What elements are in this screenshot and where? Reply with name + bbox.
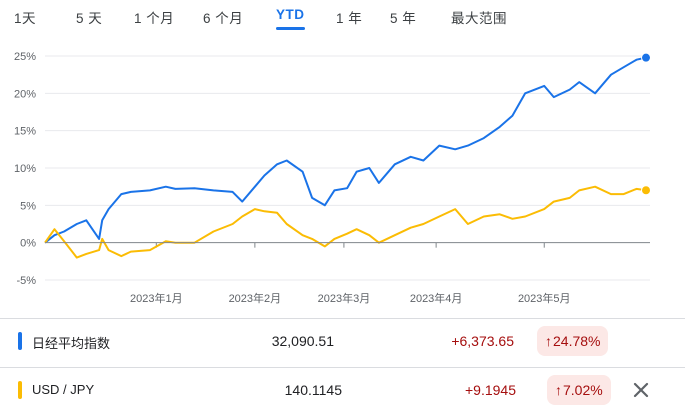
y-tick-label: -5% <box>16 275 36 287</box>
x-tick-label: 2023年4月 <box>410 291 463 305</box>
tab-4[interactable]: YTD <box>276 7 305 30</box>
tab-label: 1 年 <box>336 11 363 26</box>
tab-label: 1天 <box>14 11 37 26</box>
series-end-marker <box>641 185 651 196</box>
tab-6[interactable]: 5 年 <box>390 7 416 27</box>
up-arrow-icon: ↑ <box>555 382 562 398</box>
x-tick-label: 2023年3月 <box>318 291 371 305</box>
y-tick-label: 25% <box>14 51 36 63</box>
series-name: USD / JPY <box>32 382 95 397</box>
series-color-swatch <box>18 332 22 350</box>
series-change: +9.1945 <box>465 382 516 398</box>
tab-label: 6 个月 <box>203 11 244 26</box>
tab-1[interactable]: 5 天 <box>76 7 102 27</box>
legend-row-nikkei[interactable]: 日经平均指数 32,090.51 +6,373.65 ↑24.78% <box>0 318 685 364</box>
tab-2[interactable]: 1 个月 <box>134 7 174 27</box>
y-tick-label: 20% <box>14 88 36 100</box>
tab-label: YTD <box>276 7 305 22</box>
y-tick-label: 0% <box>20 238 36 250</box>
row-divider <box>0 367 685 368</box>
series-change: +6,373.65 <box>451 333 514 349</box>
y-tick-label: 5% <box>20 200 36 212</box>
series-color-swatch <box>18 381 22 399</box>
x-tick-label: 2023年5月 <box>518 291 571 305</box>
percent-change-badge: ↑7.02% <box>547 375 611 405</box>
legend-row-usdjpy[interactable]: USD / JPY 140.1145 +9.1945 ↑7.02% <box>0 367 685 413</box>
x-tick-label: 2023年1月 <box>130 291 183 305</box>
percent-change-value: 24.78% <box>553 333 601 349</box>
series-value: 140.1145 <box>284 382 342 398</box>
y-tick-label: 10% <box>14 163 36 175</box>
active-tab-indicator <box>276 27 305 30</box>
series-value: 32,090.51 <box>271 333 334 349</box>
tab-label: 1 个月 <box>134 11 175 26</box>
series-name: 日经平均指数 <box>32 336 111 351</box>
row-divider <box>0 318 685 319</box>
percent-change-value: 7.02% <box>563 382 603 398</box>
series-line-0 <box>44 56 647 244</box>
tab-3[interactable]: 6 个月 <box>203 7 243 27</box>
series-line-1 <box>44 185 647 259</box>
price-chart: 25% 20% 15% 10% 5% 0% -5% 2023年1月 2023年2月 2023年3月… <box>14 51 651 305</box>
tab-5[interactable]: 1 年 <box>336 7 362 27</box>
x-tick-label: 2023年2月 <box>229 291 282 305</box>
tab-label: 5 天 <box>76 11 103 26</box>
up-arrow-icon: ↑ <box>545 333 552 349</box>
tab-0[interactable]: 1天 <box>14 7 36 27</box>
series-end-marker <box>641 52 651 63</box>
tab-label: 最大范围 <box>451 11 507 26</box>
close-icon[interactable] <box>627 376 655 404</box>
tab-label: 5 年 <box>390 11 417 26</box>
percent-change-badge: ↑24.78% <box>537 326 609 356</box>
y-tick-label: 15% <box>14 126 36 138</box>
range-tabs: 1天 5 天 1 个月 6 个月 YTD 1 年 5 年 最大范围 <box>0 0 685 34</box>
tab-7[interactable]: 最大范围 <box>451 7 507 27</box>
